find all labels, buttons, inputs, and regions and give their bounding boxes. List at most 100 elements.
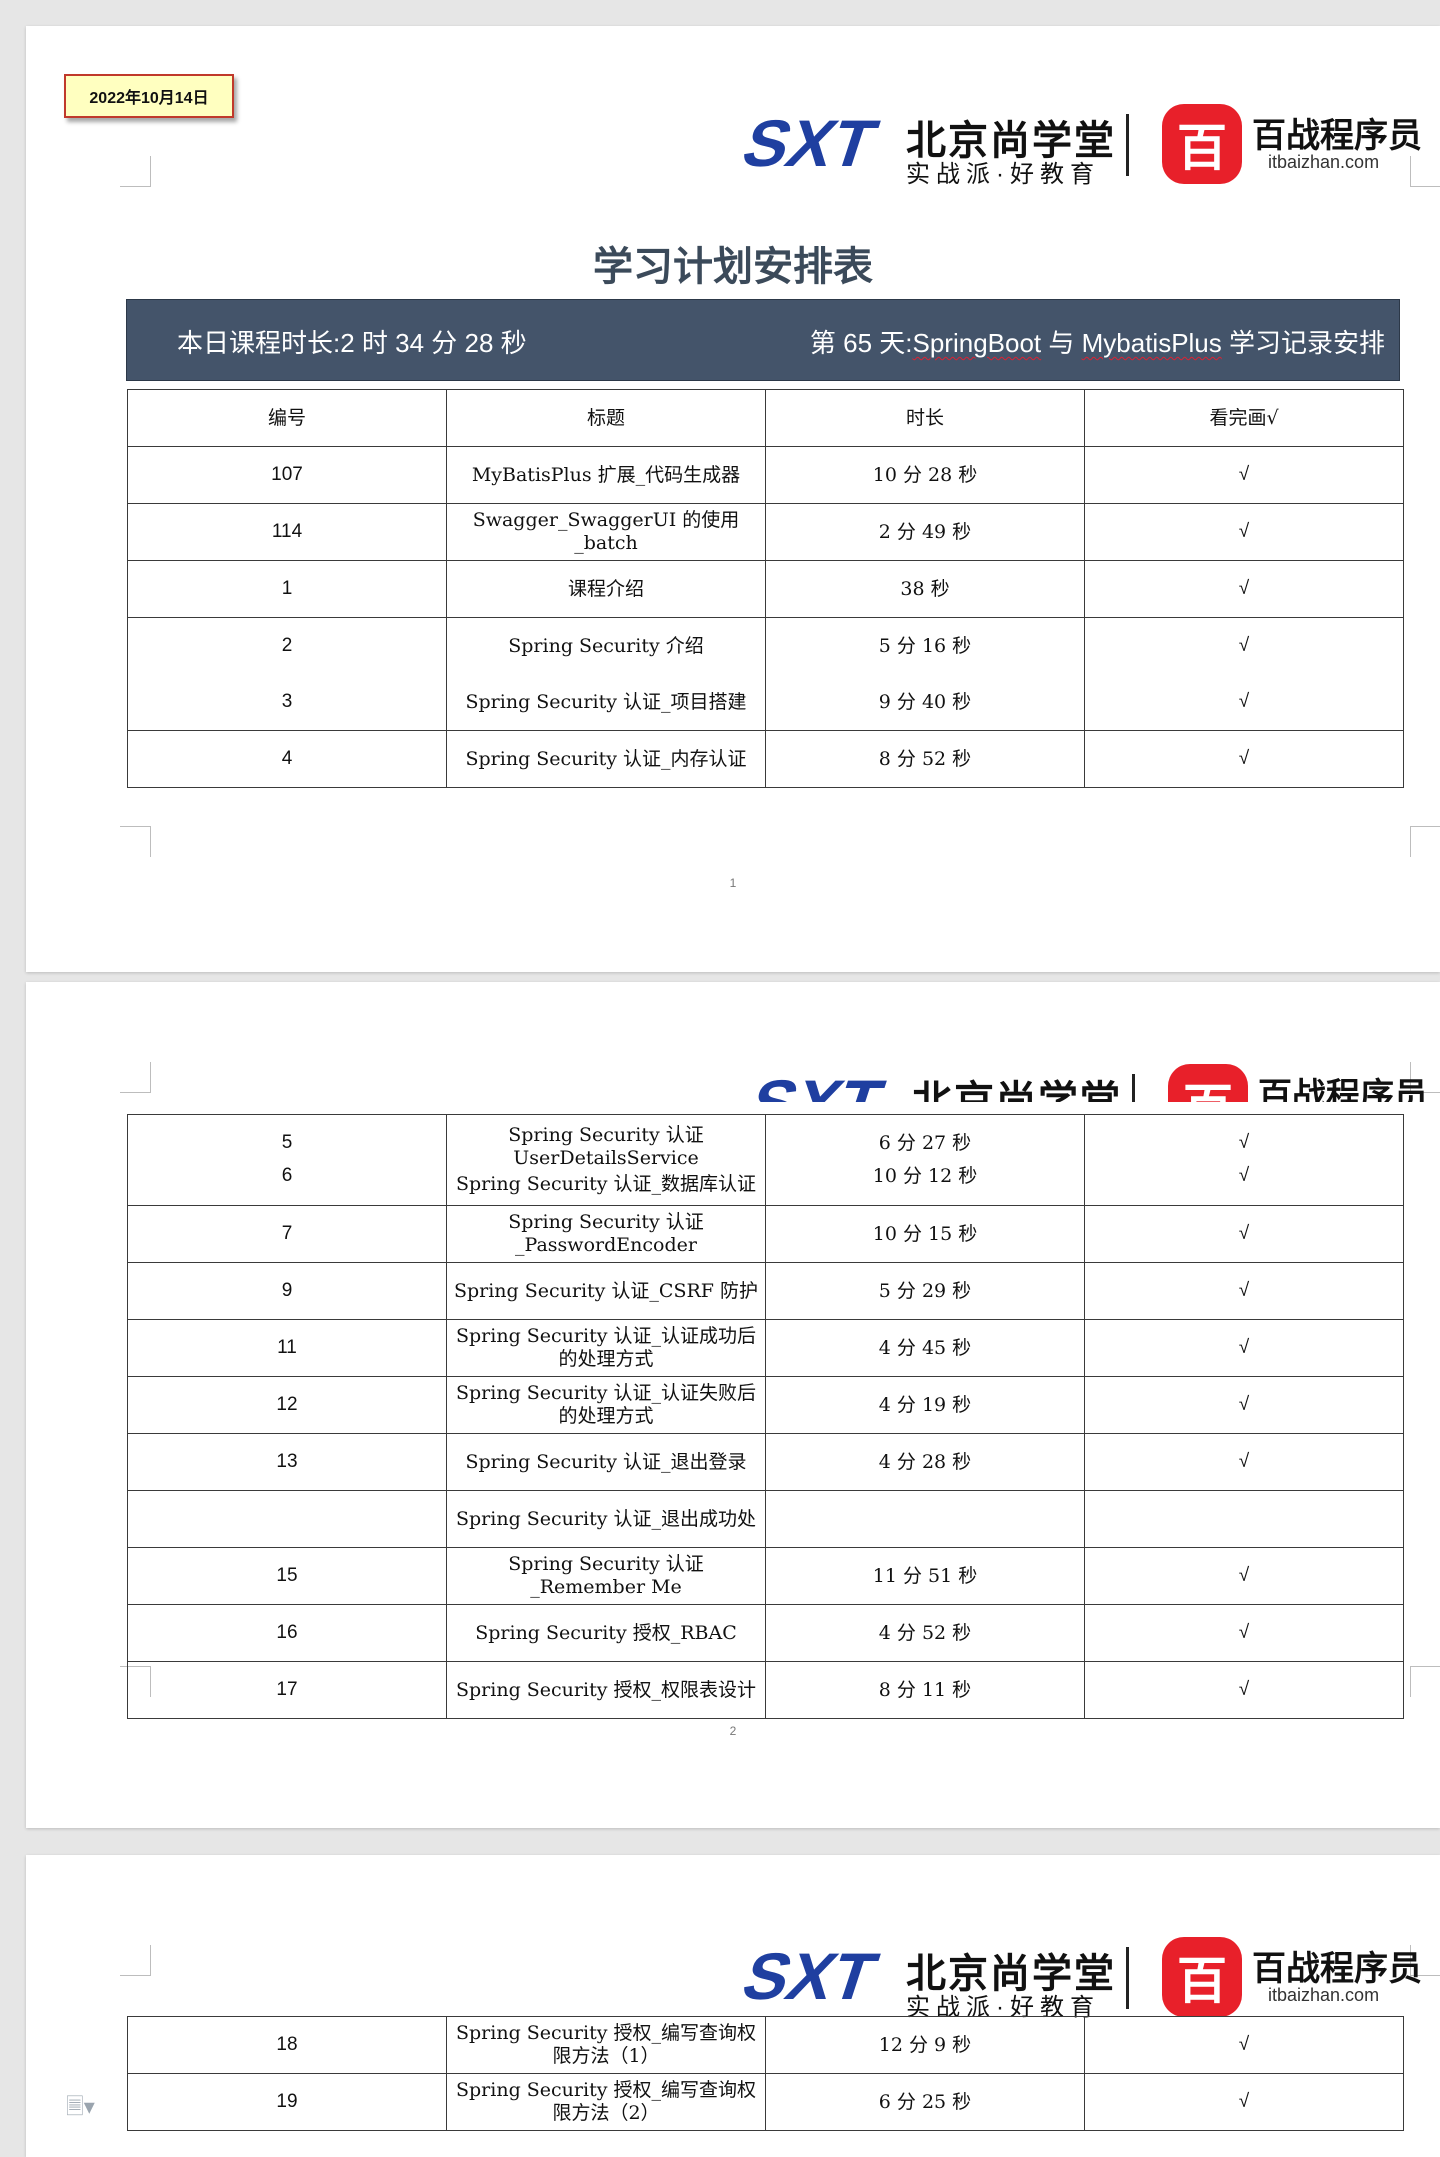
banner-joiner: 与 — [1041, 328, 1082, 358]
table-row-merged: 23 Spring Security 介绍 Spring Security 认证_… — [127, 617, 1404, 731]
brand-divider — [1126, 1947, 1129, 2009]
row-number: 5 — [281, 1132, 293, 1154]
page-number: 1 — [729, 876, 737, 890]
row-number: 11 — [127, 1319, 447, 1377]
row-duration: 4 分 28 秒 — [765, 1433, 1085, 1491]
row-duration — [765, 1490, 1085, 1548]
row-check: √ — [1084, 1205, 1404, 1263]
baizhan-name: 百战程序员 — [1258, 1077, 1428, 1102]
baizhan-name: 百战程序员 — [1252, 117, 1422, 155]
banner-suffix: 学习记录安排 — [1221, 328, 1385, 358]
crop-mark — [1410, 1666, 1440, 1697]
brand-cn-name: 北京尚学堂 — [912, 1077, 1122, 1102]
page-title: 学习计划安排表 — [593, 245, 873, 289]
row-check: √ — [1084, 1547, 1404, 1605]
schedule-table-page-3: 18 Spring Security 授权_编写查询权限方法（1） 12 分 9… — [127, 2016, 1404, 2131]
table-row: 114 Swagger_SwaggerUI 的使用_batch 2 分 49 秒… — [127, 503, 1404, 561]
baizhan-site: itbaizhan.com — [1268, 152, 1380, 172]
brand-slogan: 实战派·好教育 — [906, 161, 1100, 188]
row-check: √ — [1238, 1132, 1250, 1154]
banner-day: 第 65 天: — [809, 328, 913, 358]
sxt-logo-icon: SXT — [736, 108, 886, 178]
row-check-pair: √ √ — [1084, 617, 1404, 731]
row-title-pair: Spring Security 认证 UserDetailsService Spr… — [446, 1114, 766, 1206]
row-duration: 6 分 27 秒 — [878, 1132, 972, 1155]
row-number: 9 — [127, 1262, 447, 1320]
row-title: Spring Security 认证_项目搭建 — [465, 690, 747, 713]
row-check: √ — [1084, 730, 1404, 788]
row-check: √ — [1084, 1604, 1404, 1662]
row-duration: 5 分 29 秒 — [765, 1262, 1085, 1320]
row-duration: 38 秒 — [765, 560, 1085, 618]
sxt-logo-text: SXT — [742, 1068, 892, 1102]
page-2: SXT 北京尚学堂 百 百战程序员 56 Spring Security 认证 … — [26, 982, 1440, 1828]
row-number: 6 — [281, 1165, 293, 1186]
row-number: 3 — [281, 690, 293, 712]
brand-divider — [1132, 1074, 1135, 1102]
schedule-table-page-2: 5 6 Spring Security 认证 UserDetailsService… — [127, 1114, 1404, 1719]
table-row: 13 Spring Security 认证_退出登录 4 分 28 秒 √ — [127, 1433, 1404, 1491]
table-row: 107 MyBatisPlus 扩展_代码生成器 10 分 28 秒 √ — [127, 446, 1404, 504]
table-row: 16 Spring Security 授权_RBAC 4 分 52 秒 √ — [127, 1604, 1404, 1662]
baizhan-site: itbaizhan.com — [1268, 1985, 1380, 2005]
table-row-merged: 5 6 Spring Security 认证 UserDetailsService… — [127, 1114, 1404, 1206]
table-row: 15 Spring Security 认证_Remember Me 11 分 5… — [127, 1547, 1404, 1605]
row-check: √ — [1084, 2016, 1404, 2074]
row-duration: 11 分 51 秒 — [765, 1547, 1085, 1605]
row-number: 18 — [127, 2016, 447, 2074]
banner-total-duration: 本日课程时长:2 时 34 分 28 秒 — [177, 328, 527, 358]
row-check: √ — [1084, 1433, 1404, 1491]
row-duration: 4 分 45 秒 — [765, 1319, 1085, 1377]
page-number: 2 — [729, 1724, 737, 1738]
row-duration: 8 分 52 秒 — [765, 730, 1085, 788]
header-title: 标题 — [446, 389, 766, 447]
row-number: 15 — [127, 1547, 447, 1605]
row-check: √ — [1084, 1319, 1404, 1377]
table-row: Spring Security 认证_退出成功处 — [127, 1490, 1404, 1548]
table-row: 4 Spring Security 认证_内存认证 8 分 52 秒 √ — [127, 730, 1404, 788]
row-title: Spring Security 介绍 — [508, 634, 704, 657]
row-title: 课程介绍 — [446, 560, 766, 618]
row-number: 19 — [127, 2073, 447, 2131]
row-check: √ — [1084, 1661, 1404, 1719]
row-duration-pair: 6 分 27 秒 10 分 12 秒 — [765, 1114, 1085, 1206]
table-row: 1 课程介绍 38 秒 √ — [127, 560, 1404, 618]
crop-mark — [1410, 826, 1440, 857]
row-duration: 5 分 16 秒 — [878, 634, 972, 657]
row-check-empty — [1084, 1490, 1404, 1548]
schedule-table-page-1: 编号 标题 时长 看完画√ 107 MyBatisPlus 扩展_代码生成器 1… — [127, 389, 1404, 788]
row-title: Spring Security 认证_认证成功后的处理方式 — [446, 1319, 766, 1377]
row-check: √ — [1084, 1262, 1404, 1320]
document-icon[interactable]: 🗏▾ — [66, 2090, 95, 2128]
row-check: √ — [1084, 2073, 1404, 2131]
header-number: 编号 — [127, 389, 447, 447]
page-3: SXT 北京尚学堂 实战派·好教育 百 百战程序员 itbaizhan.com … — [26, 1855, 1440, 2157]
row-number: 16 — [127, 1604, 447, 1662]
row-check: √ — [1084, 560, 1404, 618]
row-duration: 10 分 15 秒 — [765, 1205, 1085, 1263]
table-row: 18 Spring Security 授权_编写查询权限方法（1） 12 分 9… — [127, 2016, 1404, 2074]
row-check: √ — [1084, 503, 1404, 561]
row-title: Spring Security 认证_退出成功处 — [446, 1490, 766, 1548]
row-duration: 6 分 25 秒 — [765, 2073, 1085, 2131]
row-number — [127, 1490, 447, 1548]
crop-mark — [120, 826, 151, 857]
row-number-pair: 23 — [127, 617, 447, 731]
row-duration: 2 分 49 秒 — [765, 503, 1085, 561]
row-title: MyBatisPlus 扩展_代码生成器 — [446, 446, 766, 504]
page-1: 2022年10月14日 SXT 北京尚学堂 实战派·好教育 百 百战程序员 it… — [26, 26, 1440, 972]
summary-banner: 本日课程时长:2 时 34 分 28 秒 第 65 天:SpringBoot 与… — [126, 299, 1400, 381]
row-number: 114 — [127, 503, 447, 561]
row-check: √ — [1238, 634, 1250, 656]
row-title: Spring Security 授权_编写查询权限方法（2） — [446, 2073, 766, 2131]
row-title: Spring Security 认证_退出登录 — [446, 1433, 766, 1491]
banner-topic-1: SpringBoot — [912, 328, 1042, 358]
row-title: Spring Security 授权_编写查询权限方法（1） — [446, 2016, 766, 2074]
row-number: 4 — [127, 730, 447, 788]
row-title: Spring Security 认证_PasswordEncoder — [446, 1205, 766, 1263]
row-title: Spring Security 认证_认证失败后的处理方式 — [446, 1376, 766, 1434]
row-duration: 4 分 19 秒 — [765, 1376, 1085, 1434]
sxt-logo-text: SXT — [736, 108, 886, 178]
table-row: 17 Spring Security 授权_权限表设计 8 分 11 秒 √ — [127, 1661, 1404, 1719]
sxt-logo-text: SXT — [736, 1941, 886, 2011]
